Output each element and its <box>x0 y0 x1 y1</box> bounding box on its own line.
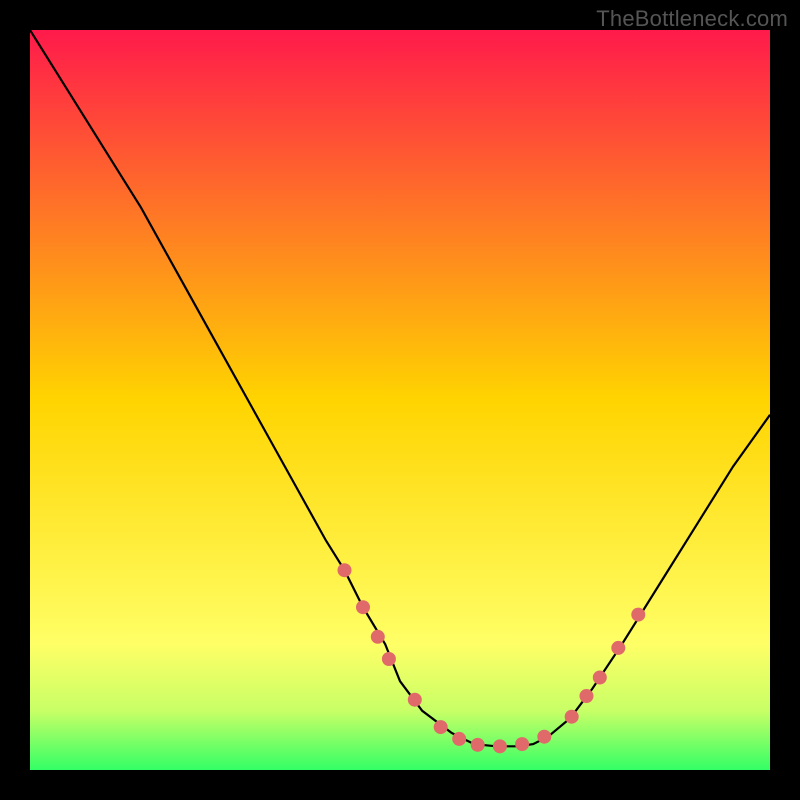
highlight-dot <box>593 671 607 685</box>
highlight-dot <box>338 563 352 577</box>
highlight-dot <box>579 689 593 703</box>
highlight-dot <box>537 730 551 744</box>
highlight-dot <box>356 600 370 614</box>
plot-area <box>30 30 770 770</box>
highlight-dot <box>382 652 396 666</box>
chart-container: TheBottleneck.com <box>0 0 800 800</box>
highlight-dot <box>631 608 645 622</box>
highlight-dot <box>434 720 448 734</box>
highlight-dot <box>371 630 385 644</box>
highlight-dot <box>493 739 507 753</box>
chart-svg <box>30 30 770 770</box>
highlight-dot <box>565 710 579 724</box>
highlight-dot <box>471 738 485 752</box>
watermark-text: TheBottleneck.com <box>596 6 788 32</box>
highlight-dot <box>611 641 625 655</box>
highlight-dot <box>452 732 466 746</box>
highlight-dot <box>515 737 529 751</box>
highlight-dot <box>408 693 422 707</box>
gradient-background <box>30 30 770 770</box>
